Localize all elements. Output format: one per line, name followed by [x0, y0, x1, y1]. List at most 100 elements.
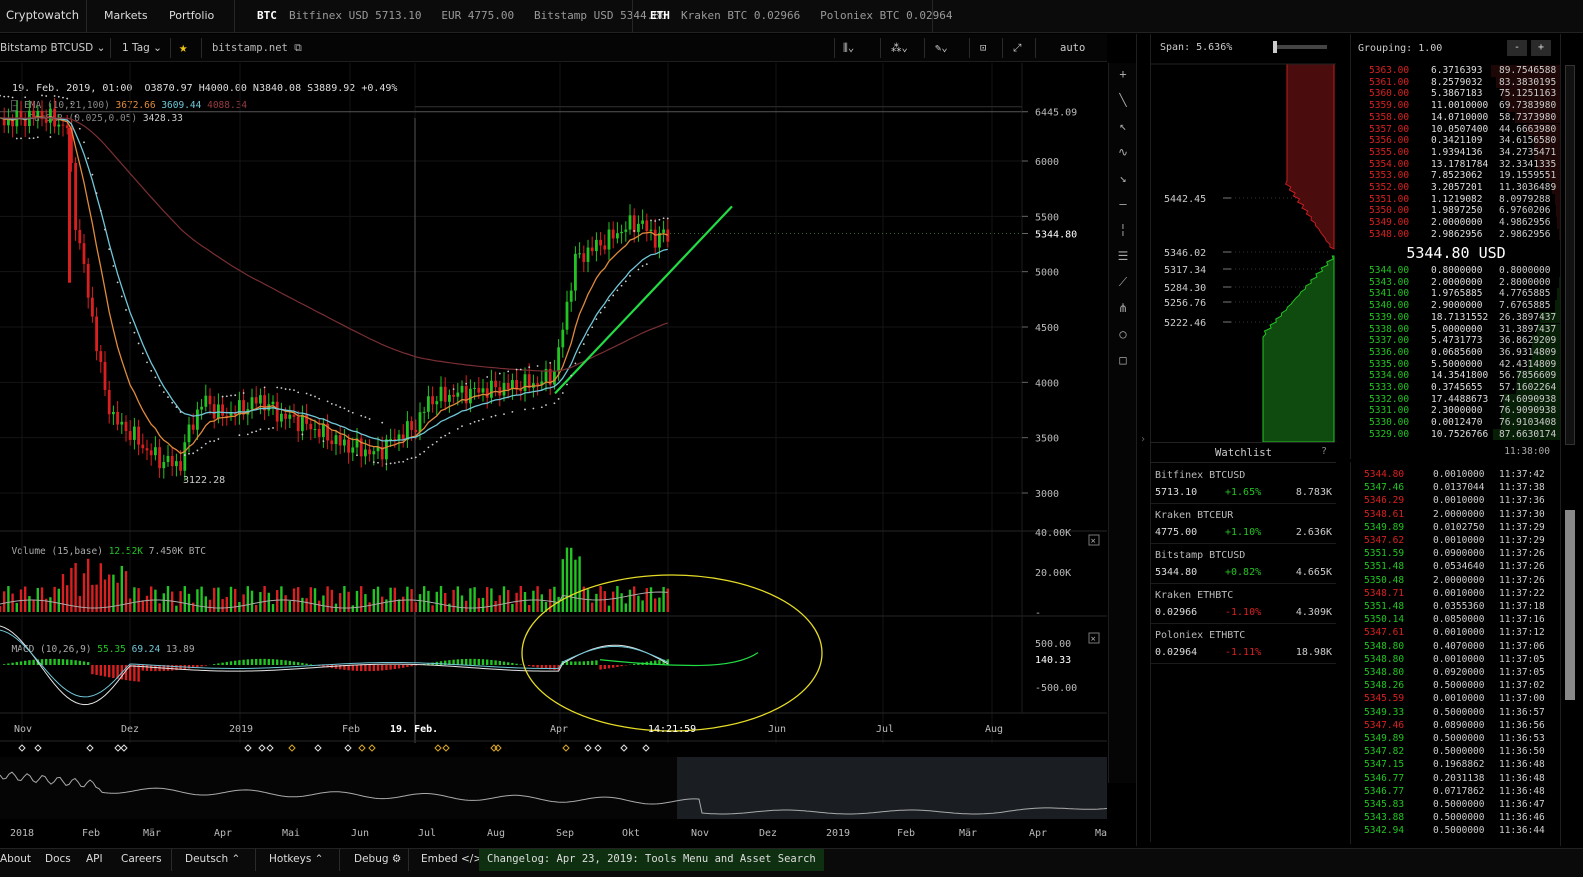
ask-row[interactable]: 5350.00 1.9897250 6.9760206 — [1351, 205, 1561, 218]
nav-portfolio[interactable]: Portfolio — [169, 0, 214, 33]
watchlist-item[interactable]: Kraken BTCEUR 4775.00 +1.10% 2.636K — [1151, 504, 1336, 544]
fullscreen-icon[interactable]: ⤢ — [1013, 34, 1021, 62]
candle-body — [666, 229, 670, 242]
interval-selector[interactable]: 1 Tag ⌄ — [122, 34, 162, 62]
ask-row[interactable]: 5360.00 5.3867183 75.1251163 — [1351, 88, 1561, 101]
bid-row[interactable]: 5337.00 5.4731773 36.8629209 — [1351, 335, 1561, 347]
bid-row[interactable]: 5331.00 2.3000000 76.9090938 — [1351, 405, 1561, 418]
line-tool-icon[interactable]: ╲ — [1109, 93, 1137, 107]
ask-row[interactable]: 5348.00 2.9862956 2.9862956 — [1351, 228, 1561, 241]
embed-button[interactable]: Embed </> — [421, 849, 482, 871]
changelog-banner[interactable]: Changelog: Apr 23, 2019: Tools Menu and … — [479, 849, 824, 871]
grouping-plus-button[interactable]: + — [1531, 40, 1551, 56]
chart-type-icon[interactable]: ⫼⌄ — [843, 34, 854, 62]
sar-dot — [381, 421, 384, 424]
candle-body — [578, 253, 581, 255]
book-amount: 5.5000000 — [1431, 358, 1483, 370]
macd-histogram-bar — [612, 665, 615, 668]
candle-body — [406, 421, 409, 440]
book-scrollbar[interactable] — [1565, 65, 1575, 445]
ask-row[interactable]: 5355.00 1.9394136 34.2735471 — [1351, 146, 1561, 159]
ask-row[interactable]: 5349.00 2.0000000 4.9862956 — [1351, 217, 1561, 229]
hotkeys-menu[interactable]: Hotkeys ⌃ — [269, 849, 323, 871]
exchange-link[interactable]: bitstamp.net ⧉ — [212, 34, 302, 62]
ask-row[interactable]: 5358.00 14.0710000 58.7373980 — [1351, 111, 1561, 124]
fan-tool-icon[interactable]: ⟋ — [1109, 275, 1137, 290]
bid-row[interactable]: 5341.00 1.9765885 4.7765885 — [1351, 288, 1561, 301]
ray-tool-icon[interactable]: ↖ — [1109, 119, 1137, 133]
bid-row[interactable]: 5332.00 17.4488673 74.6090938 — [1351, 393, 1561, 406]
screenshot-icon[interactable]: ⊡ — [980, 34, 986, 62]
candle-body — [595, 239, 598, 252]
btc-quotes[interactable]: Bitfinex USD 5713.10 EUR 4775.00 Bitstam… — [289, 0, 667, 33]
auto-scale-button[interactable]: auto — [1060, 34, 1085, 62]
sar-dot — [129, 321, 132, 324]
ask-row[interactable]: 5363.00 6.3716393 89.7546588 — [1351, 65, 1561, 77]
circle-tool-icon[interactable]: ○ — [1109, 327, 1137, 341]
arrow-tool-icon[interactable]: ↘ — [1109, 171, 1137, 185]
footer-careers[interactable]: Careers — [121, 849, 162, 871]
watchlist-item[interactable]: Bitfinex BTCUSD 5713.10 +1.65% 8.783K — [1151, 464, 1336, 504]
volume-bar — [7, 586, 10, 612]
time-tick-label: Jun — [768, 724, 786, 735]
volume-bar — [364, 594, 367, 612]
eth-quotes[interactable]: Kraken BTC 0.02966 Poloniex BTC 0.02964 — [681, 0, 953, 33]
nav-markets[interactable]: Markets — [104, 0, 148, 33]
bid-row[interactable]: 5329.00 10.7526766 87.6630174 — [1351, 428, 1561, 441]
rectangle-tool-icon[interactable]: □ — [1109, 353, 1137, 367]
curve-tool-icon[interactable]: ∿ — [1109, 145, 1137, 159]
sar-dot — [364, 416, 367, 419]
sar-dot — [49, 136, 52, 138]
pair-selector[interactable]: Bitstamp BTCUSD ⌄ — [0, 34, 105, 62]
crosshair-icon[interactable]: + — [1109, 67, 1137, 81]
ask-row[interactable]: 5359.00 11.0010000 69.7383980 — [1351, 100, 1561, 112]
chevron-right-icon[interactable]: › — [1140, 434, 1146, 445]
ask-row[interactable]: 5353.00 7.8523062 19.1559551 — [1351, 170, 1561, 182]
watchlist-item[interactable]: Bitstamp BTCUSD 5344.80 +0.82% 4.665K — [1151, 544, 1336, 584]
ask-row[interactable]: 5357.00 10.0507400 44.6663980 — [1351, 123, 1561, 136]
draw-tools-icon[interactable]: ✎⌄ — [935, 34, 948, 62]
favorite-star-icon[interactable]: ★ — [179, 34, 187, 62]
bid-row[interactable]: 5333.00 0.3745655 57.1602264 — [1351, 382, 1561, 394]
sar-dot — [272, 427, 274, 429]
trade-time: 11:37:16 — [1499, 614, 1545, 626]
bid-row[interactable]: 5344.00 0.8000000 0.8000000 — [1351, 265, 1561, 277]
vline-tool-icon[interactable]: ╎ — [1109, 223, 1137, 237]
ask-row[interactable]: 5356.00 0.3421109 34.6156580 — [1351, 135, 1561, 147]
bid-row[interactable]: 5340.00 2.9000000 7.6765885 — [1351, 300, 1561, 312]
watchlist-item-price: 5344.80 — [1155, 567, 1198, 578]
trade-time: 11:36:46 — [1499, 812, 1545, 824]
pitchfork-tool-icon[interactable]: ⋔ — [1109, 301, 1137, 315]
language-selector[interactable]: Deutsch ⌃ — [185, 849, 240, 871]
bid-row[interactable]: 5339.00 18.7131552 26.3897437 — [1351, 311, 1561, 324]
event-marker — [358, 744, 366, 752]
ask-row[interactable]: 5354.00 13.1781784 32.3341335 — [1351, 158, 1561, 171]
help-icon[interactable]: ? — [1321, 446, 1327, 457]
hline-tool-icon[interactable]: — — [1109, 197, 1137, 211]
footer-about[interactable]: About — [0, 849, 31, 871]
candle-body — [561, 329, 565, 348]
ask-row[interactable]: 5361.00 8.2579032 83.3830195 — [1351, 76, 1561, 89]
bid-row[interactable]: 5335.00 5.5000000 42.4314809 — [1351, 358, 1561, 371]
event-marker — [258, 744, 266, 752]
bid-row[interactable]: 5334.00 14.3541800 56.7856609 — [1351, 370, 1561, 382]
ask-row[interactable]: 5352.00 3.2057201 11.3036489 — [1351, 182, 1561, 194]
indicators-icon[interactable]: ⁂⌄ — [891, 34, 908, 62]
ask-row[interactable]: 5351.00 1.1219082 8.0979288 — [1351, 193, 1561, 206]
macd-histogram-bar — [150, 665, 153, 672]
price-chart[interactable]: 2018 Feb Mär Apr Mai Jun Jul Aug Sep Okt Nov Dez 201… — [0, 63, 1107, 843]
brand-logo[interactable]: Cryptowatch — [6, 0, 79, 33]
watchlist-item[interactable]: Poloniex ETHBTC 0.02964 -1.11% 18.98K — [1151, 624, 1336, 664]
watchlist-item[interactable]: Kraken ETHBTC 0.02966 -1.10% 4.309K — [1151, 584, 1336, 624]
fib-tool-icon[interactable]: ☰ — [1109, 249, 1137, 263]
footer-api[interactable]: API — [86, 849, 103, 871]
bid-row[interactable]: 5330.00 0.0012470 76.9103408 — [1351, 417, 1561, 429]
debug-menu[interactable]: Debug ⚙ — [354, 849, 401, 871]
bid-row[interactable]: 5336.00 0.0685600 36.9314809 — [1351, 346, 1561, 359]
bid-row[interactable]: 5338.00 5.0000000 31.3897437 — [1351, 323, 1561, 336]
volume-bar — [179, 591, 182, 612]
trades-scrollbar[interactable] — [1565, 510, 1575, 700]
grouping-minus-button[interactable]: - — [1507, 40, 1527, 56]
bid-row[interactable]: 5343.00 2.0000000 2.8000000 — [1351, 276, 1561, 289]
footer-docs[interactable]: Docs — [45, 849, 71, 871]
